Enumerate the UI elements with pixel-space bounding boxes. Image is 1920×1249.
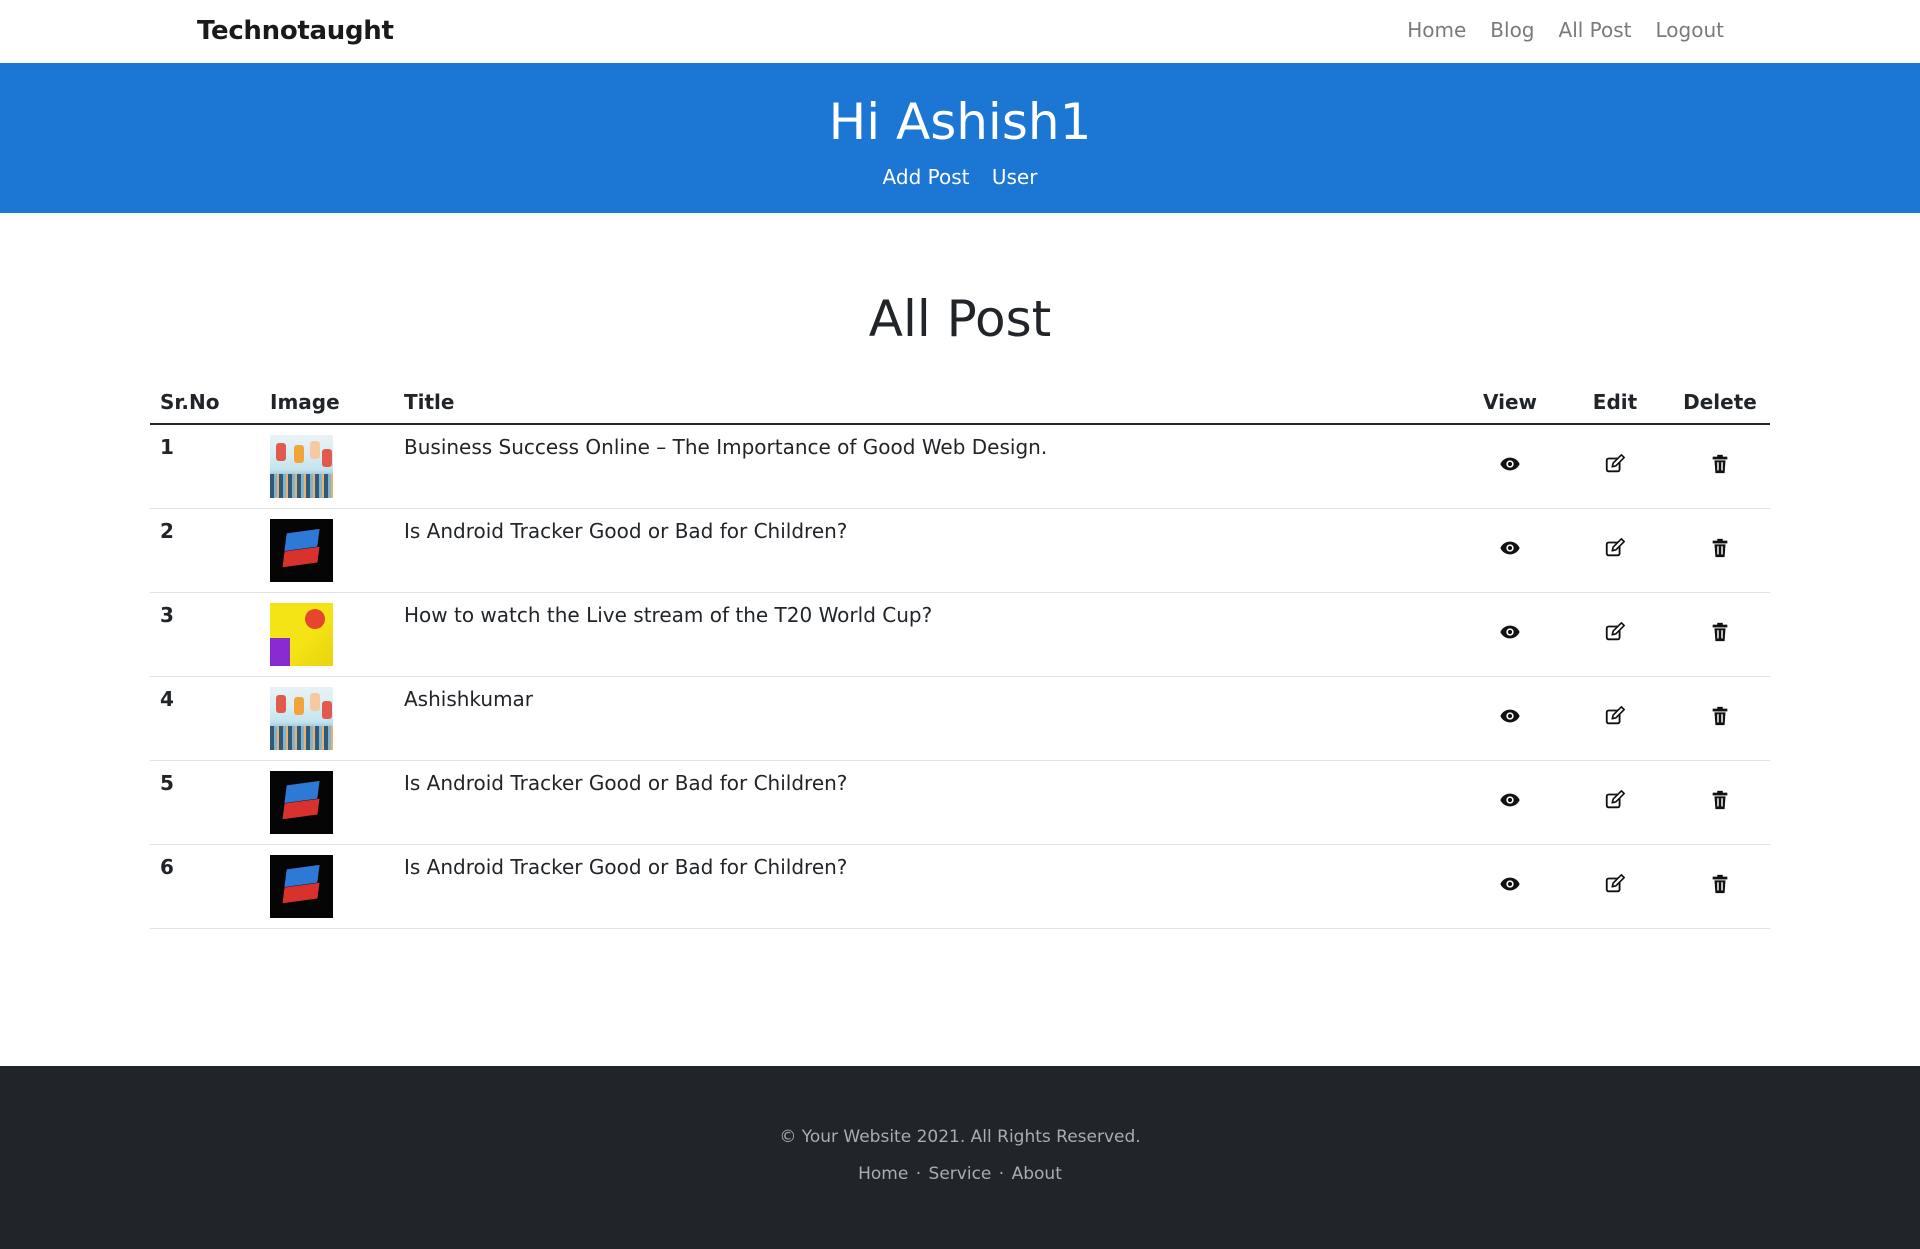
view-cell <box>1460 592 1560 677</box>
row-title: Is Android Tracker Good or Bad for Child… <box>394 844 1460 929</box>
table-header-row: Sr.No Image Title View Edit Delete <box>150 380 1770 425</box>
row-image-cell <box>260 592 394 677</box>
eye-icon[interactable] <box>1499 873 1521 895</box>
edit-icon[interactable] <box>1604 789 1626 811</box>
hero-links: Add Post User <box>0 165 1920 189</box>
edit-icon[interactable] <box>1604 873 1626 895</box>
edit-icon[interactable] <box>1604 705 1626 727</box>
nav-link-home[interactable]: Home <box>1407 18 1466 42</box>
edit-icon[interactable] <box>1604 621 1626 643</box>
navbar: Technotaught Home Blog All Post Logout <box>0 0 1920 63</box>
row-number: 1 <box>150 424 260 509</box>
delete-cell <box>1670 676 1770 761</box>
row-number: 4 <box>150 676 260 761</box>
footer: © Your Website 2021. All Rights Reserved… <box>0 1066 1920 1249</box>
delete-cell <box>1670 592 1770 677</box>
crowd-thumbnail <box>270 435 333 498</box>
row-number: 3 <box>150 592 260 677</box>
table-row: 6 Is Android Tracker Good or Bad for Chil… <box>150 844 1770 929</box>
edit-cell <box>1560 844 1670 929</box>
row-image-cell <box>260 844 394 929</box>
row-number: 6 <box>150 844 260 929</box>
crowd-thumbnail <box>270 687 333 750</box>
eye-icon[interactable] <box>1499 621 1521 643</box>
posts-table: Sr.No Image Title View Edit Delete 1 Busi… <box>150 380 1770 929</box>
footer-links: Home · Service · About <box>0 1164 1920 1184</box>
trash-icon[interactable] <box>1709 705 1731 727</box>
copyright-text: © Your Website 2021. All Rights Reserved… <box>779 1127 1141 1147</box>
footer-separator: · <box>915 1164 922 1184</box>
posts-table-container: Sr.No Image Title View Edit Delete 1 Busi… <box>150 380 1770 929</box>
trash-icon[interactable] <box>1709 537 1731 559</box>
eye-icon[interactable] <box>1499 705 1521 727</box>
eye-icon[interactable] <box>1499 453 1521 475</box>
nav-links: Home Blog All Post Logout <box>1383 18 1724 42</box>
edit-cell <box>1560 676 1670 761</box>
view-cell <box>1460 424 1560 509</box>
delete-cell <box>1670 760 1770 845</box>
row-title: Is Android Tracker Good or Bad for Child… <box>394 508 1460 593</box>
row-title: Is Android Tracker Good or Bad for Child… <box>394 760 1460 845</box>
row-number: 2 <box>150 508 260 593</box>
dark-thumbnail <box>270 771 333 834</box>
row-image-cell <box>260 508 394 593</box>
footer-link-about[interactable]: About <box>1012 1164 1062 1184</box>
header-view: View <box>1460 380 1560 425</box>
row-image-cell <box>260 760 394 845</box>
user-link[interactable]: User <box>992 165 1038 189</box>
page-title: All Post <box>868 290 1052 348</box>
view-cell <box>1460 760 1560 845</box>
table-row: 1 Business Success Online – The Importanc… <box>150 424 1770 509</box>
nav-link-logout[interactable]: Logout <box>1656 18 1724 42</box>
edit-cell <box>1560 508 1670 593</box>
trash-icon[interactable] <box>1709 621 1731 643</box>
row-title: How to watch the Live stream of the T20 … <box>394 592 1460 677</box>
header-edit: Edit <box>1560 380 1670 425</box>
table-row: 5 Is Android Tracker Good or Bad for Chil… <box>150 760 1770 845</box>
row-title: Ashishkumar <box>394 676 1460 761</box>
table-row: 2 Is Android Tracker Good or Bad for Chil… <box>150 508 1770 593</box>
row-image-cell <box>260 424 394 509</box>
hero-banner: Hi Ashish1 Add Post User <box>0 63 1920 213</box>
footer-link-service[interactable]: Service <box>929 1164 992 1184</box>
footer-link-home[interactable]: Home <box>858 1164 908 1184</box>
table-row: 3 How to watch the Live stream of the T20… <box>150 592 1770 677</box>
delete-cell <box>1670 508 1770 593</box>
edit-icon[interactable] <box>1604 453 1626 475</box>
table-row: 4 Ashishkumar <box>150 676 1770 761</box>
trash-icon[interactable] <box>1709 789 1731 811</box>
view-cell <box>1460 676 1560 761</box>
row-number: 5 <box>150 760 260 845</box>
delete-cell <box>1670 844 1770 929</box>
brand-logo[interactable]: Technotaught <box>197 16 394 46</box>
dark-thumbnail <box>270 855 333 918</box>
footer-separator: · <box>998 1164 1005 1184</box>
hero-greeting: Hi Ashish1 <box>828 93 1092 151</box>
trash-icon[interactable] <box>1709 873 1731 895</box>
view-cell <box>1460 508 1560 593</box>
eye-icon[interactable] <box>1499 537 1521 559</box>
edit-icon[interactable] <box>1604 537 1626 559</box>
yellow-thumbnail <box>270 603 333 666</box>
header-delete: Delete <box>1670 380 1770 425</box>
add-post-link[interactable]: Add Post <box>883 165 970 189</box>
header-title: Title <box>394 380 1460 425</box>
header-sr-no: Sr.No <box>150 380 260 425</box>
row-image-cell <box>260 676 394 761</box>
dark-thumbnail <box>270 519 333 582</box>
edit-cell <box>1560 760 1670 845</box>
nav-link-blog[interactable]: Blog <box>1490 18 1534 42</box>
header-image: Image <box>260 380 394 425</box>
nav-link-all-post[interactable]: All Post <box>1559 18 1632 42</box>
delete-cell <box>1670 424 1770 509</box>
edit-cell <box>1560 592 1670 677</box>
row-title: Business Success Online – The Importance… <box>394 424 1460 509</box>
view-cell <box>1460 844 1560 929</box>
eye-icon[interactable] <box>1499 789 1521 811</box>
trash-icon[interactable] <box>1709 453 1731 475</box>
edit-cell <box>1560 424 1670 509</box>
